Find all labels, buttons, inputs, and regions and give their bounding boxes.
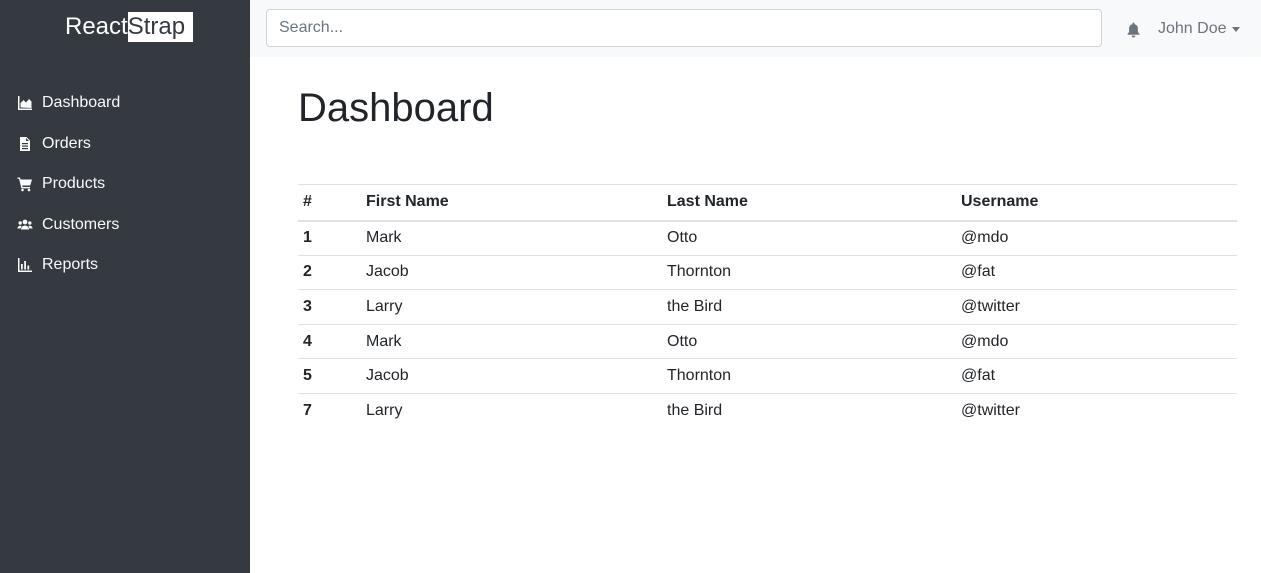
- cell-username: @mdo: [956, 324, 1237, 360]
- cell-first-name: Jacob: [361, 358, 662, 394]
- sidebar: React Strap Dashboard Orders Products Cus…: [0, 0, 250, 573]
- sidebar-nav: Dashboard Orders Products Customers Repo…: [0, 83, 250, 286]
- shopping-cart-icon: [16, 176, 34, 192]
- chart-area-icon: [16, 95, 34, 111]
- cell-username: @fat: [956, 358, 1237, 394]
- table-header: # First Name Last Name Username: [298, 184, 1237, 222]
- table-header-row: # First Name Last Name Username: [298, 184, 1237, 222]
- user-menu[interactable]: John Doe: [1158, 18, 1240, 40]
- table-row: 7 Larry the Bird @twitter: [298, 393, 1237, 428]
- column-header-username: Username: [956, 184, 1237, 222]
- brand-logo[interactable]: React Strap: [65, 12, 194, 42]
- cell-username: @fat: [956, 255, 1237, 291]
- table-row: 3 Larry the Bird @twitter: [298, 289, 1237, 325]
- cell-username: @twitter: [961, 402, 1020, 420]
- column-header-number: #: [298, 184, 361, 222]
- cell-username: @twitter: [956, 289, 1237, 325]
- search-input[interactable]: [266, 9, 1102, 47]
- sidebar-item-label: Customers: [42, 215, 120, 233]
- cell-last-name: Otto: [662, 324, 956, 360]
- cell-number: 4: [298, 324, 361, 360]
- bell-icon[interactable]: [1126, 22, 1142, 38]
- cell-first-name: Mark: [361, 220, 662, 256]
- users-table-container: # First Name Last Name Username 1 Mark O…: [298, 184, 1237, 428]
- bar-chart-icon: [16, 257, 34, 273]
- cell-first-name: Mark: [361, 324, 662, 360]
- column-header-last-name: Last Name: [662, 184, 956, 222]
- cell-last-name: the Bird: [667, 402, 723, 420]
- cell-last-name: Thornton: [662, 255, 956, 291]
- sidebar-item-orders[interactable]: Orders: [0, 124, 250, 165]
- cell-first-name: Jacob: [361, 255, 662, 291]
- sidebar-item-label: Dashboard: [42, 94, 121, 112]
- users-icon: [16, 217, 34, 233]
- table-body: 1 Mark Otto @mdo 2 Jacob Thornton @fat 3…: [298, 220, 1237, 429]
- cell-last-name: the Bird: [662, 289, 956, 325]
- sidebar-item-customers[interactable]: Customers: [0, 205, 250, 246]
- cell-number: 2: [298, 255, 361, 291]
- cell-number: 7: [303, 402, 312, 420]
- cell-number: 3: [298, 289, 361, 325]
- table-row: 2 Jacob Thornton @fat: [298, 255, 1237, 291]
- cell-username: @mdo: [956, 220, 1237, 256]
- cell-first-name: Larry: [366, 402, 403, 420]
- table-row: 5 Jacob Thornton @fat: [298, 358, 1237, 394]
- cell-number: 5: [298, 358, 361, 394]
- page-title: Dashboard: [298, 86, 494, 130]
- users-table: # First Name Last Name Username 1 Mark O…: [298, 184, 1237, 428]
- column-header-first-name: First Name: [361, 184, 662, 222]
- sidebar-item-dashboard[interactable]: Dashboard: [0, 83, 250, 124]
- sidebar-item-label: Orders: [42, 134, 91, 152]
- cell-number: 1: [298, 220, 361, 256]
- sidebar-item-products[interactable]: Products: [0, 164, 250, 205]
- user-name: John Doe: [1158, 20, 1227, 37]
- table-row: 1 Mark Otto @mdo: [298, 220, 1237, 256]
- cell-last-name: Otto: [662, 220, 956, 256]
- sidebar-item-reports[interactable]: Reports: [0, 245, 250, 286]
- topbar: John Doe: [250, 0, 1261, 57]
- table-row: 4 Mark Otto @mdo: [298, 324, 1237, 360]
- sidebar-item-label: Reports: [42, 256, 99, 274]
- cell-first-name: Larry: [361, 289, 662, 325]
- file-icon: [16, 136, 34, 152]
- brand-part-1: React: [65, 13, 128, 40]
- chevron-down-icon: [1231, 26, 1240, 32]
- sidebar-item-label: Products: [42, 175, 106, 193]
- brand-part-2: Strap: [127, 12, 194, 42]
- cell-last-name: Thornton: [662, 358, 956, 394]
